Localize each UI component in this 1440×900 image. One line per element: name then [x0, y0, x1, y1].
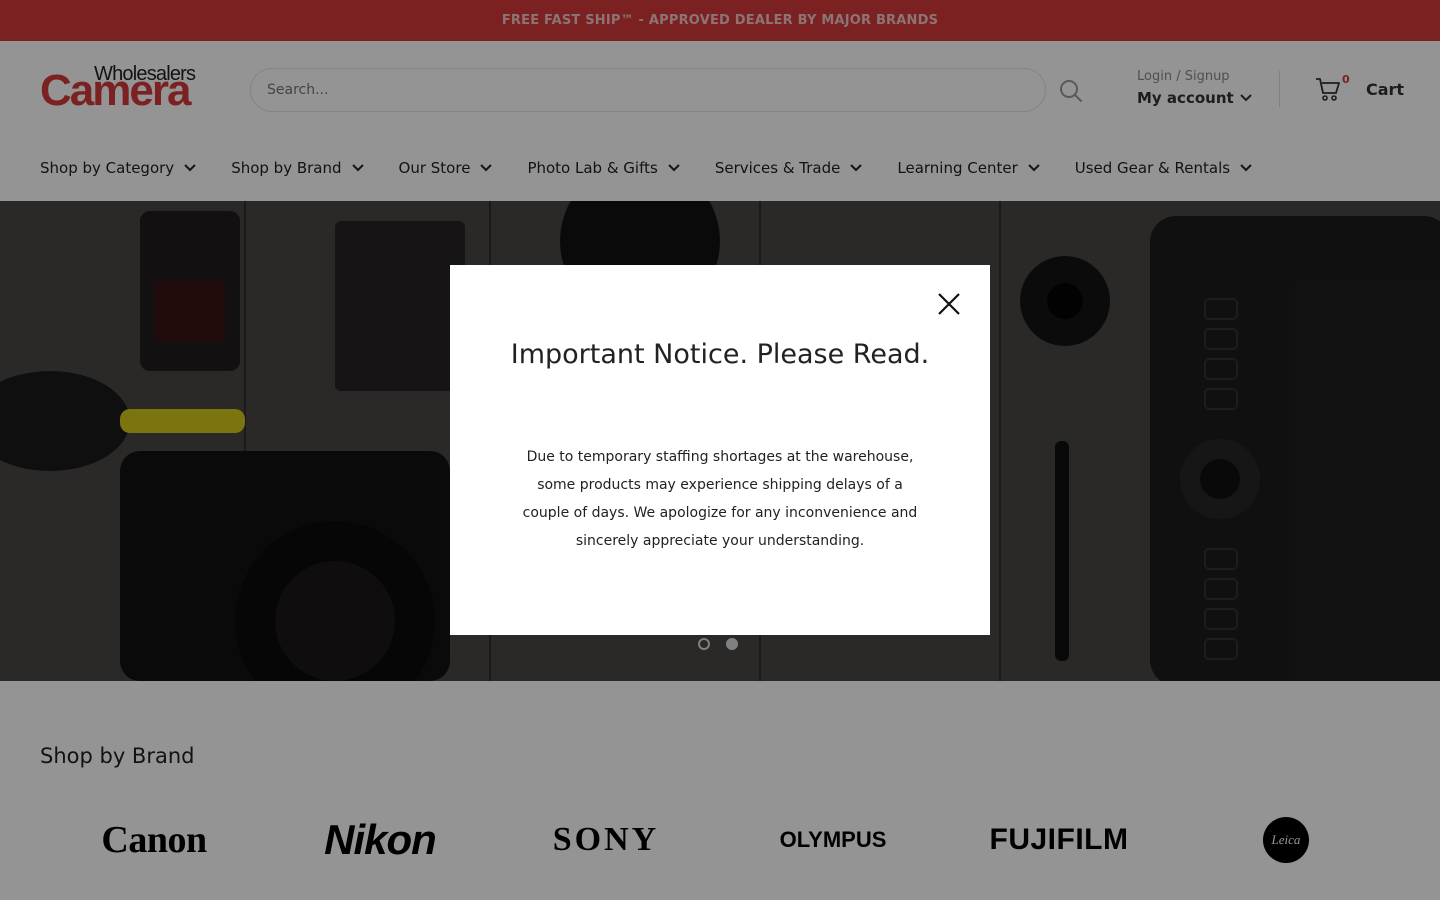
notice-modal: Important Notice. Please Read. Due to te…: [450, 265, 990, 635]
close-icon: [938, 293, 960, 315]
close-button[interactable]: [937, 292, 961, 316]
modal-body-text: Due to temporary staffing shortages at t…: [522, 449, 918, 549]
modal-title: Important Notice. Please Read.: [510, 339, 930, 370]
